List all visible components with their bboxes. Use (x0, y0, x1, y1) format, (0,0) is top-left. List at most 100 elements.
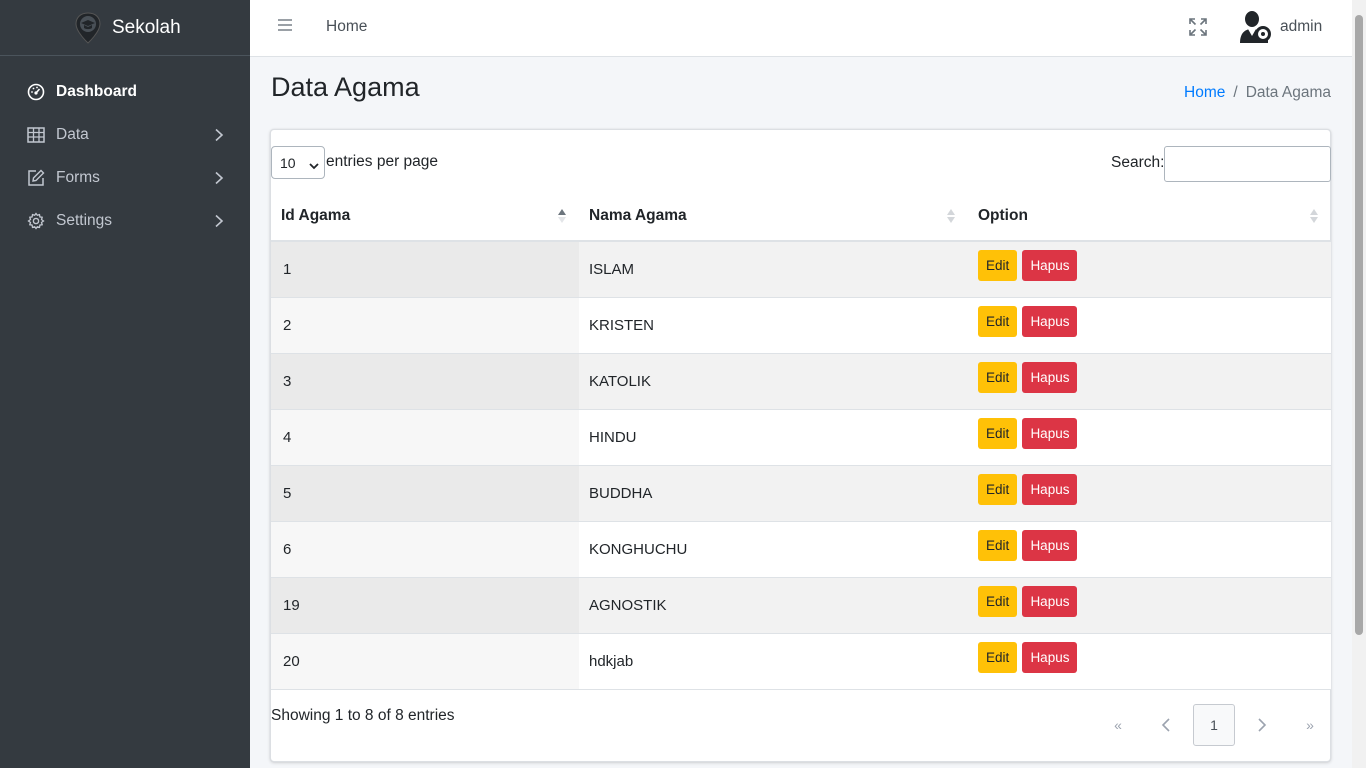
delete-button[interactable]: Hapus (1022, 250, 1078, 281)
gear-icon (26, 211, 46, 231)
breadcrumb-separator: / (1233, 84, 1238, 101)
breadcrumb-current: Data Agama (1245, 84, 1331, 101)
sidebar-item-settings[interactable]: Settings (0, 199, 250, 242)
page-length-label: entries per page (326, 153, 439, 170)
fullscreen-icon[interactable] (1188, 17, 1208, 37)
cell-name: KRISTEN (579, 297, 968, 354)
data-table-card: 10 entries per page Search: Id Agama Nam… (270, 129, 1331, 762)
scrollbar-thumb[interactable] (1355, 15, 1363, 635)
column-header-label: Id Agama (281, 206, 351, 224)
table-info: Showing 1 to 8 of 8 entries (271, 707, 455, 724)
sidebar-nav: Dashboard Data Forms Settings (0, 56, 250, 242)
edit-icon (26, 168, 46, 188)
chevron-down-icon (309, 158, 319, 170)
sidebar-item-label: Forms (56, 168, 100, 186)
navbar-home-link[interactable]: Home (326, 18, 367, 36)
cell-name: hdkjab (579, 633, 968, 690)
user-name[interactable]: admin (1280, 18, 1322, 36)
column-header-id[interactable]: Id Agama (271, 191, 579, 242)
cell-id: 3 (271, 353, 579, 410)
gauge-icon (26, 82, 46, 102)
cell-name: KONGHUCHU (579, 521, 968, 578)
cell-id: 2 (271, 297, 579, 354)
edit-button[interactable]: Edit (978, 361, 1018, 393)
edit-button[interactable]: Edit (978, 585, 1018, 617)
delete-button[interactable]: Hapus (1022, 473, 1078, 505)
brand-name: Sekolah (112, 16, 181, 38)
table-row: 2 KRISTEN Edit Hapus (271, 297, 1331, 354)
cell-name: ISLAM (579, 241, 968, 298)
data-table: Id Agama Nama Agama Option 1 ISLAM Edit … (271, 191, 1331, 690)
top-navbar: Home admin (250, 0, 1352, 57)
cell-name: AGNOSTIK (579, 577, 968, 634)
page-button-current[interactable]: 1 (1193, 704, 1235, 746)
table-row: 6 KONGHUCHU Edit Hapus (271, 521, 1331, 578)
cell-option: Edit Hapus (968, 577, 1331, 634)
cell-name: BUDDHA (579, 465, 968, 522)
last-page-button[interactable]: » (1286, 704, 1334, 746)
edit-button[interactable]: Edit (978, 417, 1018, 449)
cell-id: 1 (271, 241, 579, 298)
delete-button[interactable]: Hapus (1022, 361, 1078, 393)
delete-button[interactable]: Hapus (1022, 417, 1078, 449)
page-length-value: 10 (280, 154, 296, 171)
cell-option: Edit Hapus (968, 409, 1331, 466)
edit-button[interactable]: Edit (978, 250, 1018, 281)
user-gear-icon[interactable] (1238, 9, 1272, 45)
cell-id: 5 (271, 465, 579, 522)
sort-ascending-icon (557, 208, 567, 224)
chevron-left-icon (1161, 718, 1170, 732)
cell-name: KATOLIK (579, 353, 968, 410)
table-row: 20 hdkjab Edit Hapus (271, 633, 1331, 690)
cell-id: 20 (271, 633, 579, 690)
edit-button[interactable]: Edit (978, 641, 1018, 673)
chevron-right-icon (212, 214, 226, 228)
delete-button[interactable]: Hapus (1022, 529, 1078, 561)
hamburger-icon[interactable] (278, 19, 292, 35)
cell-option: Edit Hapus (968, 521, 1331, 578)
page-title: Data Agama (271, 72, 420, 102)
column-header-option[interactable]: Option (968, 191, 1331, 242)
breadcrumb-home-link[interactable]: Home (1184, 84, 1225, 101)
table-header-row: Id Agama Nama Agama Option (271, 191, 1331, 242)
chevron-right-icon (212, 128, 226, 142)
sidebar-item-label: Settings (56, 211, 113, 229)
sidebar-item-dashboard[interactable]: Dashboard (0, 70, 250, 113)
table-row: 1 ISLAM Edit Hapus (271, 241, 1331, 298)
search-label: Search: (1111, 154, 1165, 171)
sidebar-item-label: Dashboard (56, 82, 137, 100)
first-page-button[interactable]: « (1094, 704, 1142, 746)
cell-option: Edit Hapus (968, 465, 1331, 522)
sidebar-item-data[interactable]: Data (0, 113, 250, 156)
column-header-name[interactable]: Nama Agama (579, 191, 968, 242)
delete-button[interactable]: Hapus (1022, 305, 1078, 337)
sort-icon (946, 208, 956, 224)
edit-button[interactable]: Edit (978, 305, 1018, 337)
sort-icon (1309, 208, 1319, 224)
table-row: 4 HINDU Edit Hapus (271, 409, 1331, 466)
table-icon (26, 125, 46, 145)
table-row: 5 BUDDHA Edit Hapus (271, 465, 1331, 522)
table-row: 3 KATOLIK Edit Hapus (271, 353, 1331, 410)
next-page-button[interactable] (1238, 704, 1286, 746)
cell-option: Edit Hapus (968, 241, 1331, 298)
column-header-label: Nama Agama (589, 206, 687, 224)
brand[interactable]: Sekolah (0, 0, 250, 56)
edit-button[interactable]: Edit (978, 529, 1018, 561)
cell-option: Edit Hapus (968, 353, 1331, 410)
prev-page-button[interactable] (1142, 704, 1190, 746)
delete-button[interactable]: Hapus (1022, 641, 1078, 673)
page-scrollbar[interactable] (1352, 0, 1366, 768)
search-input[interactable] (1164, 146, 1331, 182)
delete-button[interactable]: Hapus (1022, 585, 1078, 617)
sidebar-item-forms[interactable]: Forms (0, 156, 250, 199)
cell-id: 6 (271, 521, 579, 578)
cell-id: 19 (271, 577, 579, 634)
column-header-label: Option (978, 206, 1028, 224)
page-length-select[interactable]: 10 (271, 146, 325, 179)
cell-name: HINDU (579, 409, 968, 466)
cell-option: Edit Hapus (968, 297, 1331, 354)
breadcrumb: Home / Data Agama (1184, 84, 1331, 102)
table-row: 19 AGNOSTIK Edit Hapus (271, 577, 1331, 634)
edit-button[interactable]: Edit (978, 473, 1018, 505)
